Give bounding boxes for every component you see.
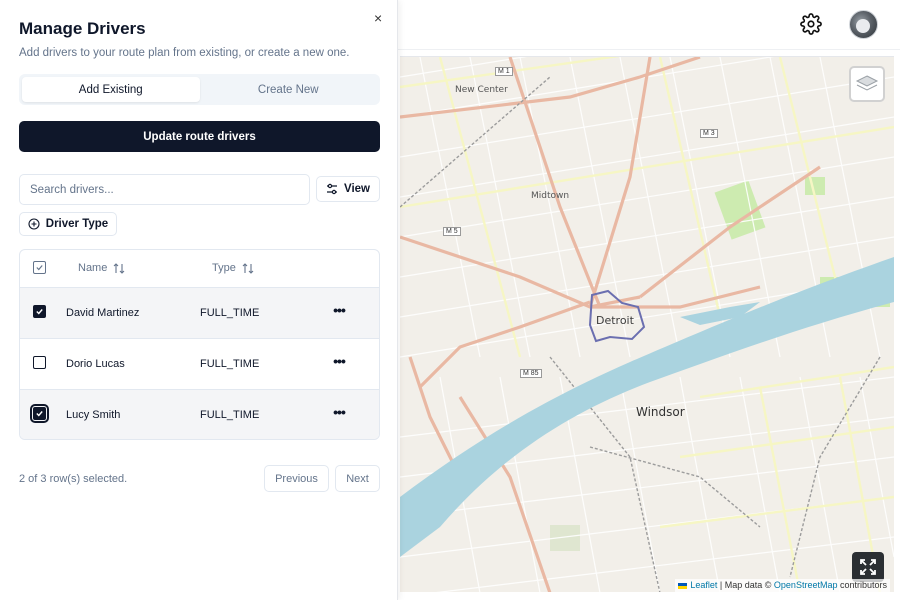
row-checkbox[interactable] <box>30 404 49 423</box>
search-input[interactable] <box>19 174 310 205</box>
layers-icon <box>855 75 879 91</box>
avatar[interactable] <box>849 10 878 39</box>
map-attribution: Leaflet | Map data © OpenStreetMap contr… <box>675 579 890 592</box>
table-row[interactable]: Lucy Smith FULL_TIME ••• <box>20 390 379 439</box>
map-view[interactable]: New Center Midtown Detroit Windsor M 3 M… <box>400 56 894 592</box>
gear-icon[interactable] <box>800 13 822 35</box>
driver-type: FULL_TIME <box>200 307 260 319</box>
tab-add-existing[interactable]: Add Existing <box>22 77 200 102</box>
manage-drivers-panel: × Manage Drivers Add drivers to your rou… <box>0 0 398 600</box>
table-row[interactable]: David Martinez FULL_TIME ••• <box>20 288 379 339</box>
check-icon <box>36 265 43 271</box>
close-icon[interactable]: × <box>374 10 382 26</box>
column-name[interactable]: Name <box>78 262 125 274</box>
osm-link[interactable]: OpenStreetMap <box>774 580 838 590</box>
driver-type: FULL_TIME <box>200 358 260 370</box>
plus-circle-icon <box>28 218 40 230</box>
row-actions-icon[interactable]: ••• <box>330 302 348 318</box>
select-all-checkbox[interactable] <box>33 261 46 274</box>
map-label-detroit: Detroit <box>596 314 634 327</box>
map-shield-m3: M 3 <box>700 129 718 138</box>
driver-type-filter-button[interactable]: Driver Type <box>19 212 117 236</box>
leaflet-link[interactable]: Leaflet <box>690 580 717 590</box>
sort-icon <box>113 262 125 274</box>
layers-button[interactable] <box>849 66 885 102</box>
check-icon <box>36 411 43 417</box>
table-header: Name Type <box>20 250 379 288</box>
panel-title: Manage Drivers <box>19 19 146 38</box>
driver-name: Dorio Lucas <box>66 358 125 370</box>
attribution-tail: contributors <box>837 580 887 590</box>
map-shield-m85: M 85 <box>520 369 542 378</box>
fullscreen-icon <box>860 559 876 575</box>
driver-name: Lucy Smith <box>66 409 121 421</box>
driver-type: FULL_TIME <box>200 409 260 421</box>
column-type[interactable]: Type <box>212 262 254 274</box>
sliders-icon <box>327 183 337 195</box>
previous-button[interactable]: Previous <box>264 465 329 492</box>
map-label-new-center: New Center <box>455 85 508 95</box>
panel-subtitle: Add drivers to your route plan from exis… <box>19 47 350 59</box>
view-button[interactable]: View <box>316 176 380 202</box>
map-shield-m1: M 1 <box>495 67 513 76</box>
tab-create-new[interactable]: Create New <box>200 77 378 102</box>
driver-type-label: Driver Type <box>45 218 109 230</box>
drivers-table: Name Type David Martinez FULL_TIME ••• D… <box>19 249 380 440</box>
row-actions-icon[interactable]: ••• <box>330 404 348 420</box>
table-row[interactable]: Dorio Lucas FULL_TIME ••• <box>20 339 379 390</box>
map-label-windsor: Windsor <box>636 405 685 419</box>
row-checkbox[interactable] <box>33 356 46 369</box>
fullscreen-button[interactable] <box>852 552 884 582</box>
view-button-label: View <box>344 183 370 195</box>
check-icon <box>36 309 43 315</box>
selection-summary: 2 of 3 row(s) selected. <box>19 473 128 485</box>
driver-name: David Martinez <box>66 307 140 319</box>
next-button[interactable]: Next <box>335 465 380 492</box>
row-actions-icon[interactable]: ••• <box>330 353 348 369</box>
ukraine-flag-icon <box>678 582 688 589</box>
attribution-separator: | Map data © <box>717 580 774 590</box>
update-route-drivers-button[interactable]: Update route drivers <box>19 121 380 152</box>
sort-icon <box>242 262 254 274</box>
map-label-midtown: Midtown <box>531 191 570 201</box>
tab-list: Add Existing Create New <box>19 74 380 105</box>
column-type-label: Type <box>212 262 236 274</box>
map-tiles <box>400 57 894 592</box>
map-shield-m5: M 5 <box>443 227 461 236</box>
row-checkbox[interactable] <box>33 305 46 318</box>
top-bar <box>398 0 900 50</box>
column-name-label: Name <box>78 262 108 274</box>
